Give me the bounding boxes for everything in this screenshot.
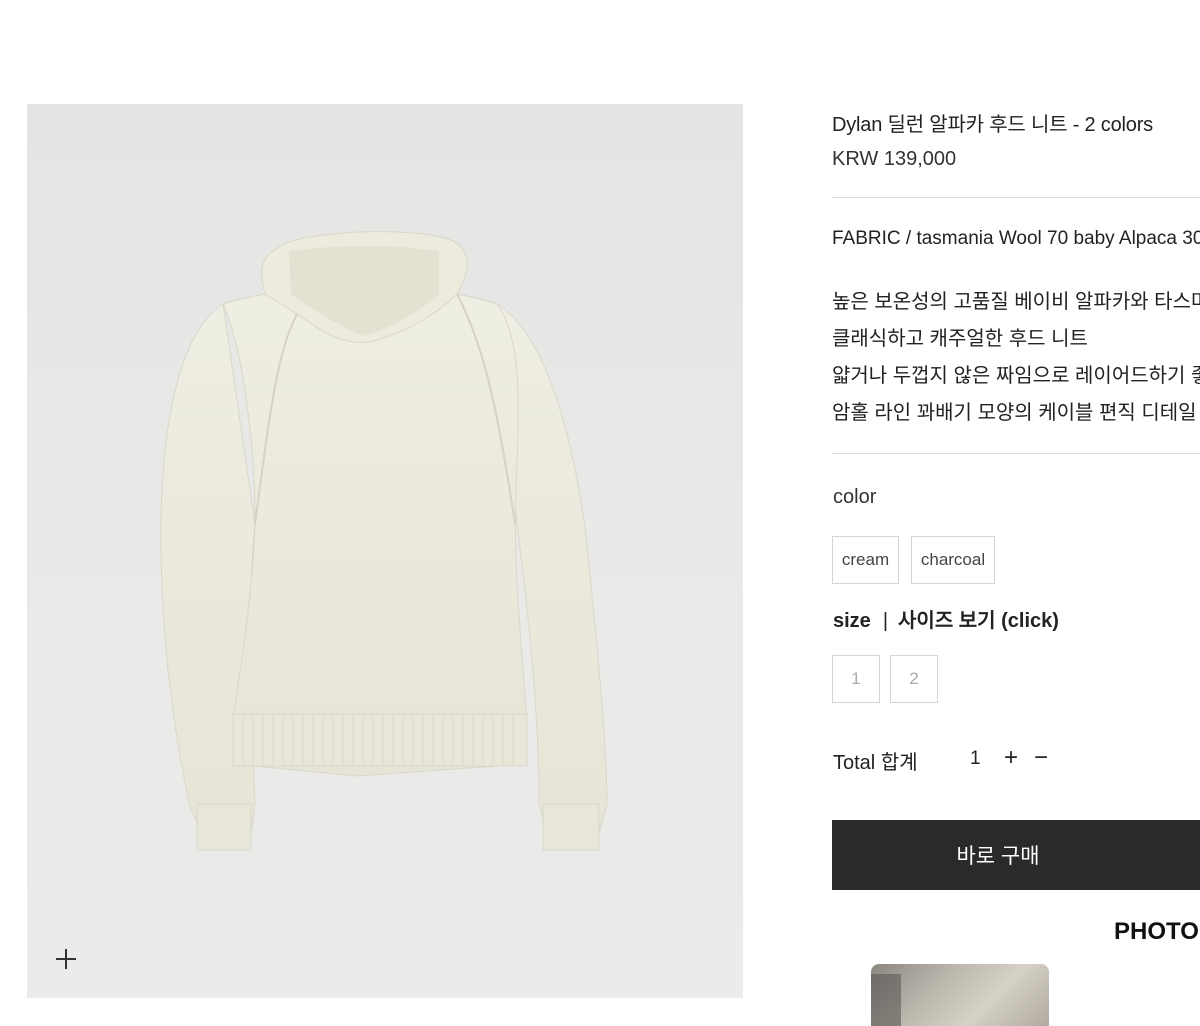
divider [832,197,1200,198]
product-image[interactable] [27,104,743,998]
description-line: 암홀 라인 꽈배기 모양의 케이블 편직 디테일 [832,402,1197,424]
description-line: 클래식하고 캐주얼한 후드 니트 [832,328,1088,350]
product-info-panel: Dylan 딜런 알파카 후드 니트 - 2 colors KRW 139,00… [832,0,1200,1026]
color-option-charcoal[interactable]: charcoal [911,536,995,584]
size-guide-link[interactable]: 사이즈 보기 (click) [898,610,1059,632]
quantity-value: 1 [970,748,981,769]
fabric-info: FABRIC / tasmania Wool 70 baby Alpaca 30 [832,228,1200,249]
color-label: color [833,486,877,508]
quantity-minus-button[interactable]: − [1034,744,1048,772]
review-photo-thumbnail[interactable] [871,964,1049,1026]
divider [832,453,1200,454]
size-option-2[interactable]: 2 [890,655,938,703]
description-line: 얇거나 두껍지 않은 짜임으로 레이어드하기 좋은 [832,365,1200,387]
product-price: KRW 139,000 [832,148,957,170]
buy-now-button[interactable]: 바로 구매 [832,820,1200,890]
buy-now-label: 바로 구매 [956,845,1040,868]
photo-review-heading: PHOTO [1114,918,1199,945]
product-description: 높은 보온성의 고품질 베이비 알파카와 타스마니아 울 클래식하고 캐주얼한 … [832,284,1200,432]
size-label: size [833,610,871,632]
size-row: size | 사이즈 보기 (click) [833,604,1059,633]
color-option-cream[interactable]: cream [832,536,899,584]
description-line: 높은 보온성의 고품질 베이비 알파카와 타스마니아 울 [832,291,1200,313]
quantity-plus-button[interactable]: + [1004,744,1018,772]
total-label: Total 합계 [833,752,918,774]
size-option-1[interactable]: 1 [832,655,880,703]
product-title: Dylan 딜런 알파카 후드 니트 - 2 colors [832,114,1153,136]
cream-hood-sweater-illustration [160,231,608,851]
zoom-plus-icon[interactable] [55,948,77,970]
size-separator: | [882,610,889,632]
